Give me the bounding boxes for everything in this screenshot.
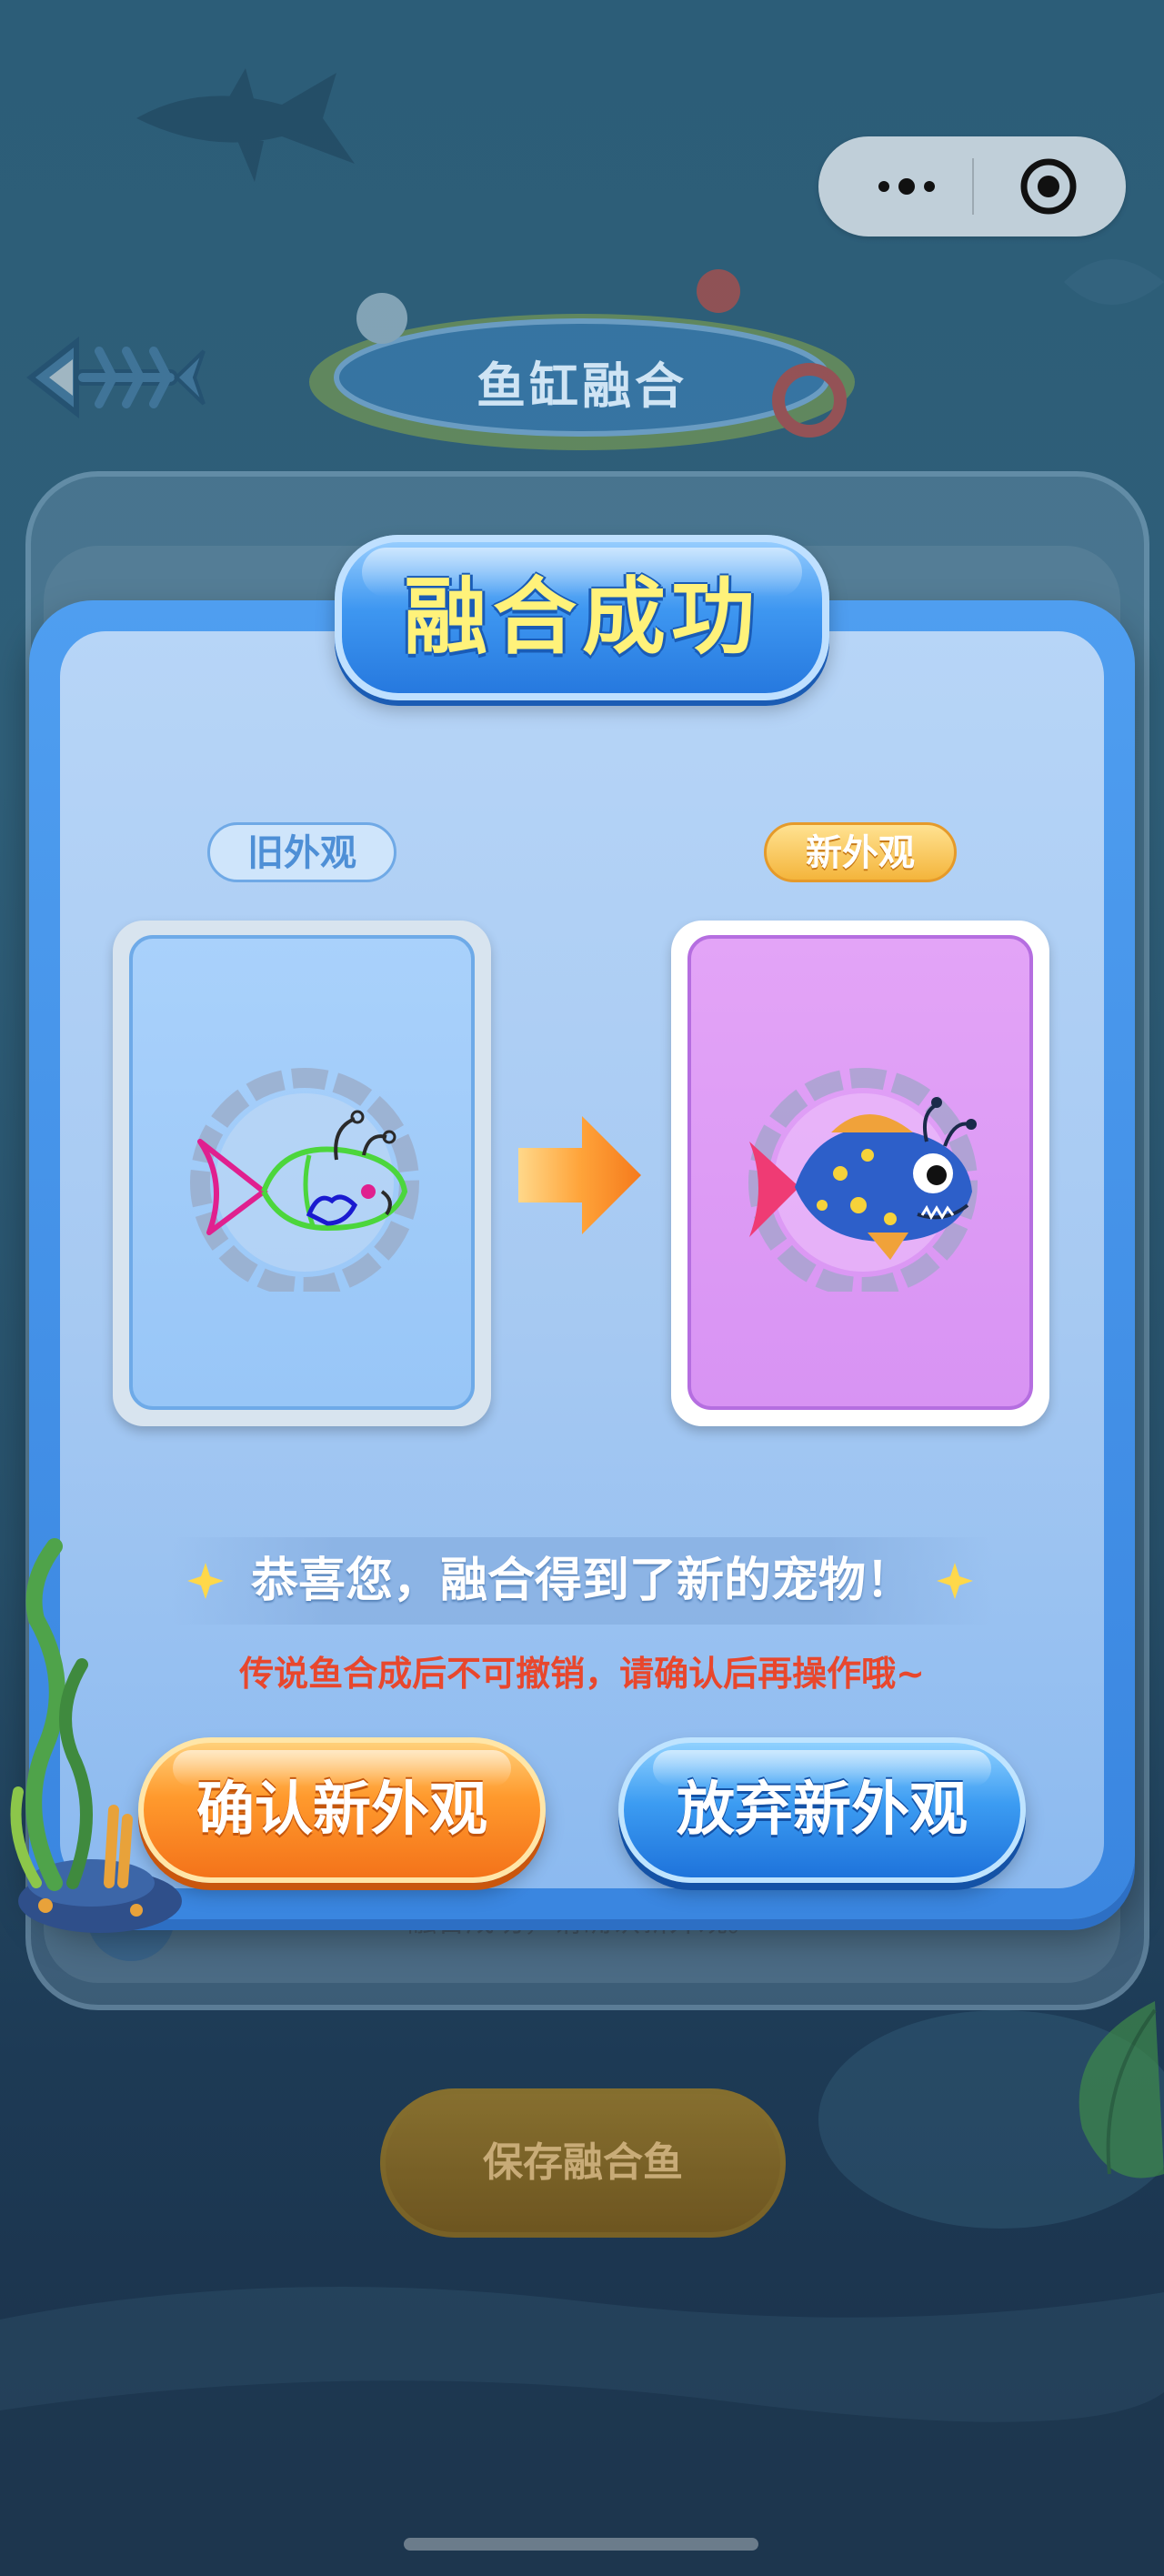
home-indicator: [404, 2538, 758, 2551]
target-circle-icon[interactable]: [1018, 156, 1079, 216]
transform-arrow-icon: [518, 1116, 641, 1234]
leaf-decoration: [1079, 2001, 1164, 2179]
seaweed-decoration: [10, 1538, 182, 1933]
save-fused-fish-label: 保存融合鱼: [483, 2139, 683, 2186]
congrats-message: 恭喜您，融合得到了新的宠物！: [250, 1554, 913, 1608]
sparkle-icon: [937, 1563, 973, 1599]
dialog-title: 融合成功: [403, 569, 760, 666]
page-title: 鱼缸融合: [477, 357, 687, 415]
abandon-button-label: 放弃新外观: [677, 1776, 968, 1844]
new-fish-icon: [748, 1068, 978, 1292]
irreversible-warning: 传说鱼合成后不可撤销，请确认后再操作哦~: [239, 1654, 925, 1694]
old-appearance-label: 旧外观: [207, 822, 396, 882]
miniprogram-capsule: [818, 136, 1126, 236]
background-fish-icon: [1064, 259, 1164, 305]
shark-silhouette-icon: [136, 68, 355, 182]
fishbone-back-button[interactable]: [13, 324, 211, 431]
more-dots-icon[interactable]: [866, 166, 948, 206]
capsule-divider: [972, 158, 974, 215]
old-fish-sketch-icon: [190, 1068, 419, 1292]
sea-floor: [0, 2287, 1164, 2576]
confirm-button-label: 确认新外观: [196, 1776, 487, 1844]
new-appearance-label: 新外观: [764, 822, 957, 882]
